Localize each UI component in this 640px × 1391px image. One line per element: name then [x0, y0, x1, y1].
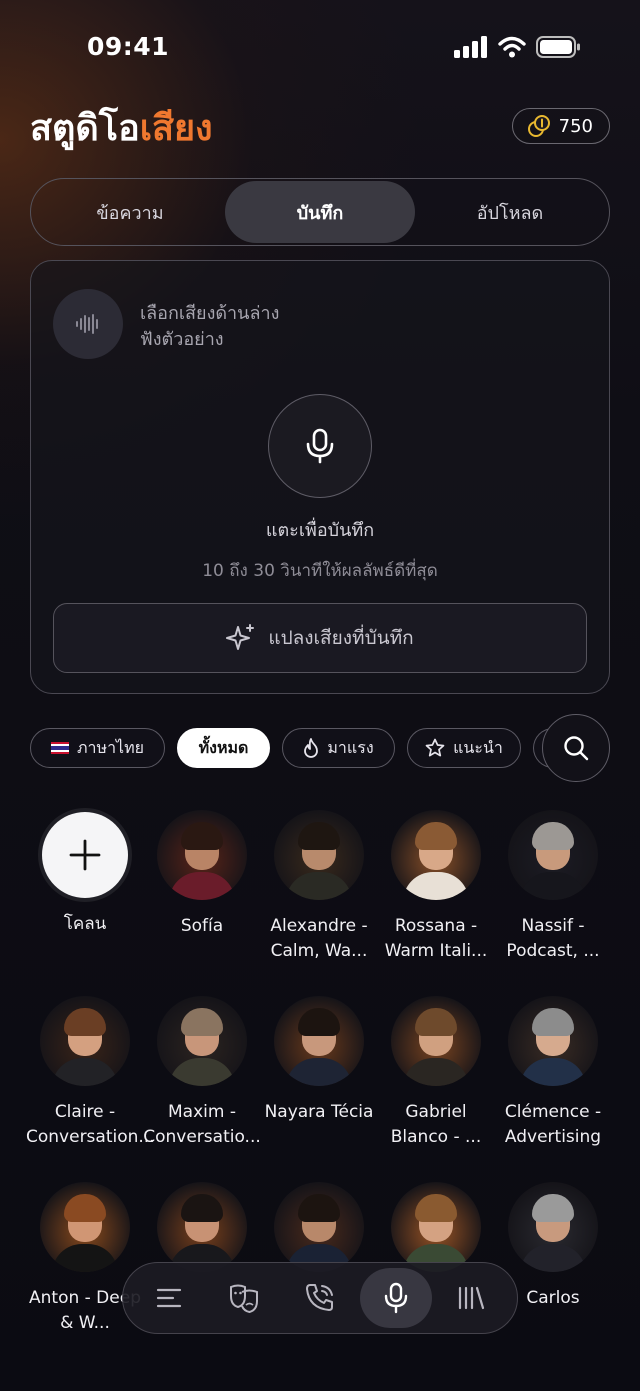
- voice-hint: เลือกเสียงด้านล่าง ฟังตัวอย่าง: [140, 301, 279, 353]
- nav-library[interactable]: [435, 1268, 507, 1328]
- tab-record[interactable]: บันทึก: [225, 181, 415, 243]
- tab-upload[interactable]: อัปโหลด: [415, 181, 605, 243]
- wifi-icon: [498, 36, 526, 58]
- duration-tip: 10 ถึง 30 วินาทีให้ผลลัพธ์ดีที่สุด: [202, 561, 438, 581]
- chip-trending[interactable]: มาแรง: [282, 728, 395, 768]
- chip-all[interactable]: ทั้งหมด: [177, 728, 270, 768]
- voice-name: Gabriel Blanco - ...: [390, 1102, 482, 1147]
- chip-recommended-label: แนะนำ: [453, 737, 503, 757]
- voice-name: Sofía: [180, 916, 224, 936]
- mode-tabs: ข้อความ บันทึก อัปโหลด: [30, 178, 610, 246]
- selected-voice-thumb[interactable]: [53, 289, 123, 359]
- waveform-icon: [76, 314, 98, 334]
- voice-name: Nayara Técia: [264, 1102, 374, 1122]
- voice-avatar[interactable]: [391, 996, 481, 1086]
- battery-icon: [536, 36, 580, 58]
- page-title-main: สตูดิโอ: [30, 108, 140, 149]
- chip-language-label: ภาษาไทย: [76, 737, 145, 757]
- voice-name: Claire - Conversation...: [26, 1102, 155, 1147]
- search-button[interactable]: [542, 714, 610, 782]
- nav-record[interactable]: [359, 1268, 432, 1328]
- microphone-icon: [306, 428, 334, 464]
- voice-item[interactable]: Rossana - Warm Itali...: [377, 810, 495, 964]
- chip-recommended[interactable]: แนะนำ: [407, 728, 521, 768]
- voice-item[interactable]: Nassif - Podcast, ...: [494, 810, 612, 964]
- nav-characters[interactable]: [208, 1268, 280, 1328]
- voice-avatar[interactable]: [508, 996, 598, 1086]
- voice-avatar[interactable]: [274, 1182, 364, 1272]
- convert-recording-button[interactable]: แปลงเสียงที่บันทึก: [53, 603, 587, 673]
- nav-menu[interactable]: [133, 1268, 205, 1328]
- chip-language[interactable]: ภาษาไทย: [30, 728, 165, 768]
- filter-chips: ภาษาไทย ทั้งหมด มาแรง แนะนำ: [30, 714, 610, 782]
- star-icon: [425, 738, 445, 757]
- clone-button[interactable]: [42, 812, 128, 898]
- recorder-card: เลือกเสียงด้านล่าง ฟังตัวอย่าง แตะเพื่อบ…: [30, 260, 610, 694]
- voice-avatar[interactable]: [274, 996, 364, 1086]
- voice-avatar[interactable]: [157, 996, 247, 1086]
- voice-name: Maxim - Conversatio...: [143, 1102, 261, 1147]
- voice-avatar[interactable]: [40, 996, 130, 1086]
- voice-item[interactable]: Maxim - Conversatio...: [143, 996, 261, 1150]
- nav-calls[interactable]: [284, 1268, 356, 1328]
- coins-icon: [527, 115, 550, 137]
- credits-badge[interactable]: 750: [511, 108, 610, 144]
- tap-to-record-label: แตะเพื่อบันทึก: [265, 520, 375, 541]
- tab-text[interactable]: ข้อความ: [35, 181, 225, 243]
- plus-icon: [69, 839, 101, 871]
- clone-voice-item[interactable]: โคลน: [26, 810, 144, 937]
- thai-flag-icon: [50, 742, 69, 754]
- credits-count: 750: [558, 115, 593, 137]
- masks-icon: [230, 1284, 259, 1313]
- voice-avatar[interactable]: [391, 810, 481, 900]
- clock: 09:41: [87, 32, 170, 61]
- convert-recording-label: แปลงเสียงที่บันทึก: [268, 627, 414, 649]
- status-bar: 09:41: [0, 0, 640, 96]
- voice-item[interactable]: Claire - Conversation...: [26, 996, 155, 1150]
- bottom-nav: [122, 1262, 518, 1334]
- voice-item[interactable]: Gabriel Blanco - ...: [377, 996, 495, 1150]
- microphone-icon: [384, 1282, 407, 1314]
- voice-avatar[interactable]: [274, 810, 364, 900]
- voice-item[interactable]: Clémence - Advertising: [494, 996, 612, 1150]
- voice-name: Nassif - Podcast, ...: [506, 916, 600, 961]
- voice-avatar[interactable]: [157, 810, 247, 900]
- voice-item[interactable]: Nayara Técia: [260, 996, 378, 1125]
- voice-item[interactable]: Sofía: [143, 810, 261, 939]
- page-title-accent: เสียง: [139, 108, 213, 149]
- voice-avatar[interactable]: [40, 1182, 130, 1272]
- menu-icon: [156, 1288, 181, 1308]
- voice-avatar[interactable]: [508, 1182, 598, 1272]
- chip-trending-label: มาแรง: [327, 737, 374, 757]
- voice-name: Clémence - Advertising: [504, 1102, 602, 1147]
- clone-label: โคลน: [63, 914, 107, 934]
- voice-avatar[interactable]: [391, 1182, 481, 1272]
- library-icon: [459, 1286, 485, 1310]
- voice-name: Rossana - Warm Itali...: [384, 916, 488, 961]
- phone-call-icon: [305, 1284, 333, 1311]
- voice-avatar[interactable]: [157, 1182, 247, 1272]
- voice-hint-title: เลือกเสียงด้านล่าง: [140, 303, 280, 324]
- voice-item[interactable]: Alexandre - Calm, Wa...: [260, 810, 378, 964]
- cellular-signal-icon: [454, 36, 487, 58]
- search-icon: [564, 736, 589, 761]
- voice-hint-subtitle: ฟังตัวอย่าง: [140, 329, 224, 350]
- flame-icon: [304, 738, 319, 758]
- sparkles-icon: [226, 624, 255, 650]
- voice-name: Alexandre - Calm, Wa...: [270, 916, 368, 961]
- status-icons: [454, 36, 582, 58]
- voice-avatar[interactable]: [508, 810, 598, 900]
- header: สตูดิโอเสียง 750: [30, 104, 610, 154]
- record-button[interactable]: [268, 394, 372, 498]
